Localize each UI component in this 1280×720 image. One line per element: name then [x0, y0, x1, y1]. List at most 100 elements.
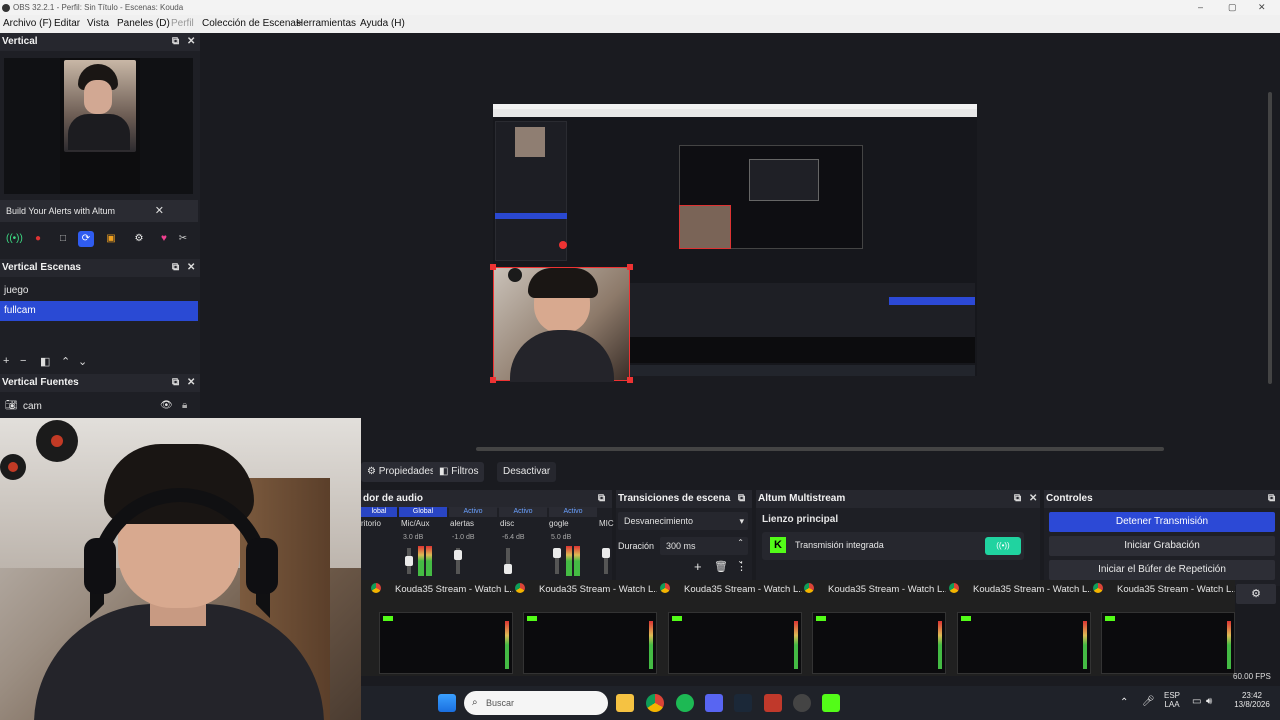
transition-type-select[interactable]: Desvanecimiento ▾ [618, 512, 748, 530]
move-up-icon[interactable]: ⌃ [61, 355, 70, 368]
chrome-icon[interactable] [646, 694, 664, 712]
stream-live-toggle[interactable]: ((•)) [985, 537, 1021, 555]
close-dock-icon[interactable]: ✕ [187, 33, 195, 51]
fader-knob[interactable] [405, 556, 413, 566]
close-dock-icon[interactable]: ✕ [187, 374, 195, 392]
properties-button[interactable]: ⚙︎ Propiedades [361, 462, 441, 482]
close-dock-icon[interactable]: ✕ [187, 259, 195, 277]
file-explorer-icon[interactable] [616, 694, 634, 712]
fader-knob[interactable] [553, 548, 561, 558]
mixer-channel-mic2[interactable]: MIC [599, 519, 614, 528]
browser-thumbnail[interactable]: Kouda35 Stream - Watch L... [660, 580, 804, 676]
fader-knob[interactable] [602, 548, 610, 558]
mixer-channel-desktop[interactable]: ritorio [361, 519, 381, 528]
microphone-icon[interactable]: 🎤︎ [1142, 696, 1155, 707]
undock-icon[interactable]: ⧉ [172, 374, 179, 392]
remove-scene-icon[interactable]: − [20, 355, 26, 367]
mixer-channel-alerts[interactable]: alertas [450, 519, 474, 528]
kick-taskbar-icon[interactable] [822, 694, 840, 712]
visibility-eye-icon[interactable]: 👁︎ [160, 400, 173, 411]
cam-source-bounding-box[interactable] [493, 267, 630, 382]
menu-edit[interactable]: Editar [54, 18, 80, 29]
tools-icon[interactable]: ✂ [175, 231, 191, 247]
scene-filters-icon[interactable]: ◧ [40, 355, 50, 368]
clock[interactable]: 23:42 13/8/2026 [1229, 691, 1275, 709]
vertical-scrollbar[interactable] [1268, 92, 1272, 384]
taskbar-search[interactable]: ⌕ Buscar [464, 691, 608, 715]
source-item-cam[interactable]: cam [23, 401, 42, 412]
steam-icon[interactable] [734, 694, 752, 712]
menu-docks[interactable]: Paneles (D) [117, 18, 170, 29]
more-icon[interactable]: ⋮ [736, 560, 747, 573]
undock-icon[interactable]: ⧉ [1268, 490, 1275, 508]
discord-icon[interactable] [705, 694, 723, 712]
mixer-tab-global-1[interactable]: lobal [361, 507, 397, 517]
multistream-title: Altum Multistream ⧉ ✕ [756, 490, 1040, 508]
settings-gear-icon[interactable]: ⚙ [1236, 584, 1276, 604]
undock-icon[interactable]: ⧉ [738, 490, 745, 508]
browser-thumbnail[interactable]: Kouda35 Stream - Watch L... [1093, 580, 1237, 676]
close-dock-icon[interactable]: ✕ [1029, 490, 1037, 508]
start-replay-buffer-button[interactable]: Iniciar el Búfer de Repetición [1049, 560, 1275, 580]
deactivate-button[interactable]: Desactivar [497, 462, 557, 482]
vinyl-record-icon [0, 454, 26, 480]
spotify-icon[interactable] [676, 694, 694, 712]
mixer-tab-active-1[interactable]: Activo [449, 507, 497, 517]
menu-help[interactable]: Ayuda (H) [360, 18, 405, 29]
scene-item-fullcam[interactable]: fullcam [0, 301, 198, 321]
browser-thumbnail[interactable]: Kouda35 Stream - Watch L... [804, 580, 948, 676]
mixer-channel-disc[interactable]: disc [500, 519, 514, 528]
undock-icon[interactable]: ⧉ [172, 33, 179, 51]
menu-file[interactable]: Archivo (F) [3, 18, 52, 29]
obs-taskbar-icon[interactable] [793, 694, 811, 712]
network-icon[interactable]: ▭ [1192, 696, 1201, 707]
mixer-channel-mic[interactable]: Mic/Aux [401, 519, 429, 528]
browser-thumbnail[interactable]: Kouda35 Stream - Watch L... [949, 580, 1093, 676]
start-recording-button[interactable]: Iniciar Grabación [1049, 536, 1275, 556]
replay-icon[interactable]: ▣ [103, 231, 119, 247]
chevron-down-icon: ▾ [739, 516, 744, 526]
record-icon[interactable]: ● [30, 231, 46, 247]
undock-icon[interactable]: ⧉ [172, 259, 179, 277]
fader-knob[interactable] [454, 550, 462, 560]
mixer-tab-active-3[interactable]: Activo [549, 507, 597, 517]
filters-button[interactable]: ◧ Filtros [433, 462, 485, 482]
minimize-button[interactable]: – [1198, 0, 1203, 15]
stream-icon[interactable]: ((•)) [6, 231, 23, 247]
close-window-button[interactable]: ✕ [1258, 0, 1266, 15]
lock-icon[interactable]: 🔒︎ [182, 400, 187, 411]
browser-thumbnail[interactable]: Kouda35 Stream - Watch L... [515, 580, 659, 676]
language-indicator[interactable]: ESP LAA [1164, 691, 1180, 709]
undock-icon[interactable]: ⧉ [1014, 490, 1021, 508]
gear-icon[interactable]: ⚙ [131, 231, 147, 247]
windows-start-icon[interactable] [438, 694, 456, 712]
menu-scene-collection[interactable]: Colección de Escenas [202, 18, 301, 29]
trash-icon[interactable]: 🗑︎ [714, 560, 728, 573]
mixer-tab-global[interactable]: Global [399, 507, 447, 517]
maximize-button[interactable]: ▢ [1228, 0, 1237, 15]
menu-view[interactable]: Vista [87, 18, 109, 29]
duration-input[interactable]: 300 ms ⌃ ⌄ [660, 537, 748, 565]
voicemeeter-icon[interactable] [764, 694, 782, 712]
close-alert-icon[interactable]: ✕ [155, 200, 164, 222]
add-scene-icon[interactable]: + [3, 355, 9, 367]
undock-icon[interactable]: ⧉ [598, 490, 605, 508]
horizontal-scrollbar[interactable] [476, 447, 1164, 451]
square-icon[interactable]: □ [55, 231, 71, 247]
volume-icon[interactable]: 🔊︎ [1206, 696, 1212, 707]
vertical-preview[interactable] [4, 58, 193, 194]
stop-stream-button[interactable]: Detener Transmisión [1049, 512, 1275, 532]
menu-tools[interactable]: Herramientas [296, 18, 356, 29]
heart-icon[interactable]: ♥ [156, 231, 172, 247]
move-down-icon[interactable]: ⌄ [78, 355, 87, 368]
chevron-up-icon[interactable]: ⌃ [1120, 697, 1128, 708]
main-preview-canvas[interactable] [490, 104, 977, 383]
scene-item-juego[interactable]: juego [0, 281, 198, 301]
mixer-channel-gogle[interactable]: gogle [549, 519, 569, 528]
browser-thumbnail[interactable]: Kouda35 Stream - Watch L... [371, 580, 515, 676]
sync-icon[interactable]: ⟳ [78, 231, 94, 247]
menu-profile[interactable]: Perfil [171, 18, 194, 29]
add-transition-icon[interactable]: + [694, 559, 702, 574]
mixer-tab-active-2[interactable]: Activo [499, 507, 547, 517]
fader-knob[interactable] [504, 564, 512, 574]
